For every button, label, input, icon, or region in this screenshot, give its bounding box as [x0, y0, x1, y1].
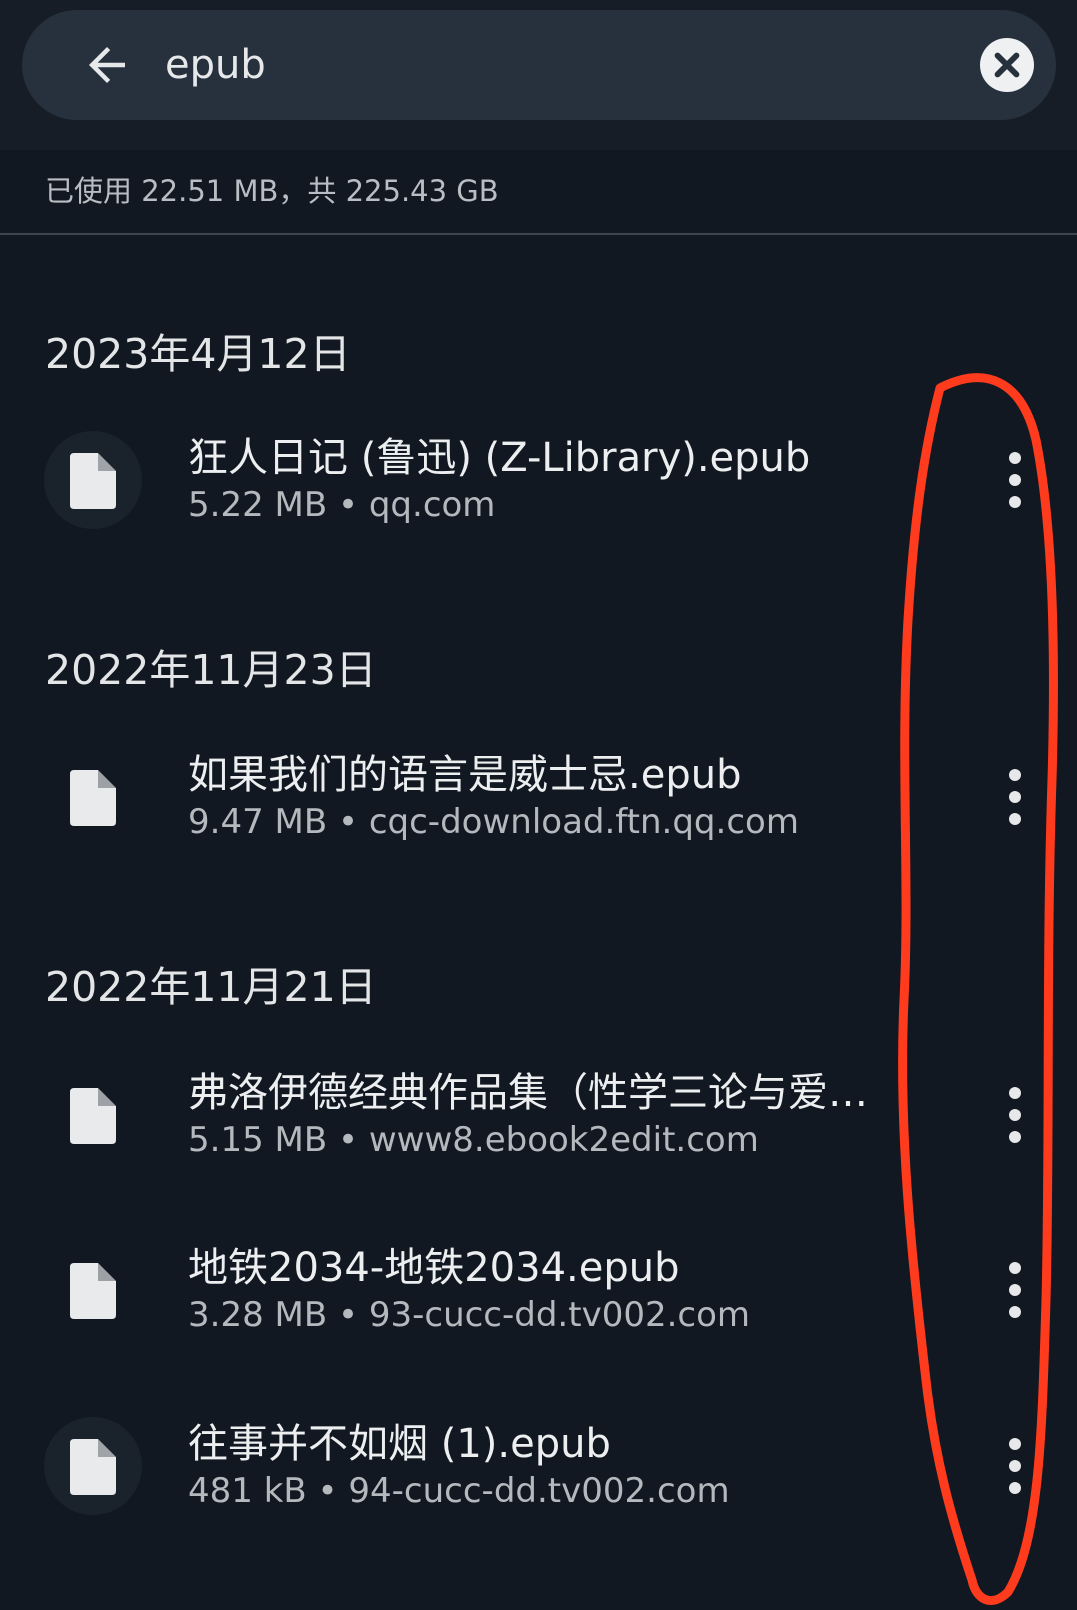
search-input[interactable]: epub	[165, 36, 266, 94]
top-bar: epub	[0, 0, 1077, 150]
search-bar[interactable]: epub	[22, 10, 1056, 120]
more-vert-icon[interactable]	[995, 760, 1035, 834]
file-name: 狂人日记 (鲁迅) (Z-Library).epub	[188, 435, 811, 481]
file-meta: 5.15 MB • www8.ebook2edit.com	[188, 1120, 759, 1160]
file-meta: 481 kB • 94-cucc-dd.tv002.com	[188, 1471, 730, 1511]
file-meta: 3.28 MB • 93-cucc-dd.tv002.com	[188, 1295, 751, 1335]
file-name: 弗洛伊德经典作品集（性学三论与爱…	[188, 1070, 868, 1116]
document-icon	[70, 1439, 116, 1495]
storage-usage: 已使用 22.51 MB，共 225.43 GB	[45, 174, 499, 208]
date-header: 2023年4月12日	[45, 330, 351, 378]
file-name: 往事并不如烟 (1).epub	[188, 1421, 611, 1467]
file-row[interactable]: 地铁2034-地铁2034.epub 3.28 MB • 93-cucc-dd.…	[0, 1225, 1077, 1355]
file-thumbnail	[44, 1066, 142, 1164]
file-thumbnail	[44, 748, 142, 846]
date-header: 2022年11月23日	[45, 646, 377, 694]
document-icon	[70, 1263, 116, 1319]
file-row[interactable]: 往事并不如烟 (1).epub 481 kB • 94-cucc-dd.tv00…	[0, 1401, 1077, 1531]
date-header: 2022年11月21日	[45, 963, 377, 1011]
divider	[0, 233, 1077, 235]
more-vert-icon[interactable]	[995, 1253, 1035, 1327]
document-icon	[70, 770, 116, 826]
back-arrow-icon[interactable]	[80, 38, 134, 92]
file-row[interactable]: 如果我们的语言是威士忌.epub 9.47 MB • cqc-download.…	[0, 732, 1077, 862]
document-icon	[70, 1088, 116, 1144]
file-meta: 5.22 MB • qq.com	[188, 485, 496, 525]
file-name: 地铁2034-地铁2034.epub	[188, 1245, 680, 1291]
document-icon	[70, 453, 116, 509]
file-row[interactable]: 弗洛伊德经典作品集（性学三论与爱… 5.15 MB • www8.ebook2e…	[0, 1050, 1077, 1180]
file-row[interactable]: 狂人日记 (鲁迅) (Z-Library).epub 5.22 MB • qq.…	[0, 415, 1077, 545]
file-name: 如果我们的语言是威士忌.epub	[188, 752, 742, 798]
file-thumbnail	[44, 1417, 142, 1515]
downloads-search-page: epub 已使用 22.51 MB，共 225.43 GB 2023年4月12日…	[0, 0, 1077, 1610]
file-thumbnail	[44, 431, 142, 529]
clear-search-icon[interactable]	[980, 38, 1034, 92]
file-meta: 9.47 MB • cqc-download.ftn.qq.com	[188, 802, 799, 842]
more-vert-icon[interactable]	[995, 1429, 1035, 1503]
more-vert-icon[interactable]	[995, 443, 1035, 517]
more-vert-icon[interactable]	[995, 1078, 1035, 1152]
file-thumbnail	[44, 1241, 142, 1339]
